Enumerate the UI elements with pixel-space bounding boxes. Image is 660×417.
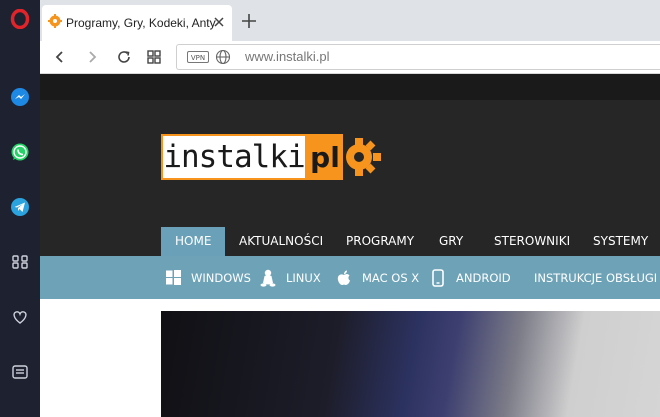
opera-menu-icon[interactable] xyxy=(8,7,32,31)
subnav-linux-label: LINUX xyxy=(286,270,321,285)
nav-systemy[interactable]: SYSTEMY xyxy=(593,227,648,256)
url-text[interactable]: www.instalki.pl xyxy=(245,49,330,64)
subnav-linux[interactable]: LINUX xyxy=(260,256,321,299)
new-tab-icon[interactable] xyxy=(240,12,258,30)
site-logo[interactable]: instalki pl xyxy=(161,134,387,180)
tabs-grid-icon[interactable] xyxy=(144,47,164,67)
tab-close-icon[interactable] xyxy=(212,15,226,29)
featured-article-image[interactable] xyxy=(161,311,660,417)
vpn-badge[interactable]: VPN xyxy=(187,51,209,63)
telegram-icon[interactable] xyxy=(8,195,32,219)
site-favicon-icon xyxy=(48,13,62,33)
content-left-margin xyxy=(40,299,161,417)
tab-bar: Programy, Gry, Kodeki, Antywirusy xyxy=(40,0,660,41)
nav-programy[interactable]: PROGRAMY xyxy=(346,227,414,256)
globe-icon xyxy=(215,49,231,65)
speed-dial-icon[interactable] xyxy=(8,250,32,274)
forward-icon[interactable] xyxy=(82,47,102,67)
subnav-windows[interactable]: WINDOWS xyxy=(165,256,251,299)
nav-home[interactable]: HOME xyxy=(161,227,226,256)
nav-aktualnosci[interactable]: AKTUALNOŚCI xyxy=(239,227,323,256)
tab-active[interactable]: Programy, Gry, Kodeki, Antywirusy xyxy=(42,5,232,41)
linux-icon xyxy=(260,269,276,287)
nav-sterowniki[interactable]: STEROWNIKI xyxy=(494,227,570,256)
news-icon[interactable] xyxy=(8,360,32,384)
bookmarks-heart-icon[interactable] xyxy=(8,305,32,329)
whatsapp-icon[interactable] xyxy=(8,140,32,164)
windows-icon xyxy=(165,269,181,287)
page-content: instalki pl HOME AKTUALNOŚCI PROGRAMY GR… xyxy=(40,74,660,417)
top-strip xyxy=(40,74,660,100)
reload-icon[interactable] xyxy=(114,47,134,67)
subnav-macosx-label: MAC OS X xyxy=(362,270,420,285)
logo-text: instalki xyxy=(163,139,305,175)
subnav-android-label: ANDROID xyxy=(456,270,511,285)
back-icon[interactable] xyxy=(50,47,70,67)
tab-title: Programy, Gry, Kodeki, Antywirusy xyxy=(66,16,216,30)
subnav-macosx[interactable]: MAC OS X xyxy=(336,256,419,299)
phone-icon xyxy=(430,268,446,287)
logo-suffix: pl xyxy=(310,140,340,174)
browser-toolbar: VPN www.instalki.pl xyxy=(40,41,660,74)
nav-gry[interactable]: GRY xyxy=(439,227,463,256)
opera-sidebar xyxy=(0,0,40,417)
subnav-instrukcje-label: INSTRUKCJE OBSŁUGI xyxy=(534,270,658,285)
apple-icon xyxy=(336,269,352,287)
sub-nav: WINDOWS LINUX MAC OS X ANDROID INSTRUKCJ… xyxy=(40,256,660,299)
messenger-icon[interactable] xyxy=(8,85,32,109)
address-bar[interactable]: VPN www.instalki.pl xyxy=(176,44,660,70)
main-nav: HOME AKTUALNOŚCI PROGRAMY GRY STEROWNIKI… xyxy=(161,227,660,256)
logo-wordmark: instalki xyxy=(161,134,307,180)
subnav-instrukcje[interactable]: INSTRUKCJE OBSŁUGI xyxy=(534,256,657,299)
subnav-windows-label: WINDOWS xyxy=(191,270,251,285)
logo-gear-icon xyxy=(346,138,381,176)
subnav-android[interactable]: ANDROID xyxy=(430,256,511,299)
